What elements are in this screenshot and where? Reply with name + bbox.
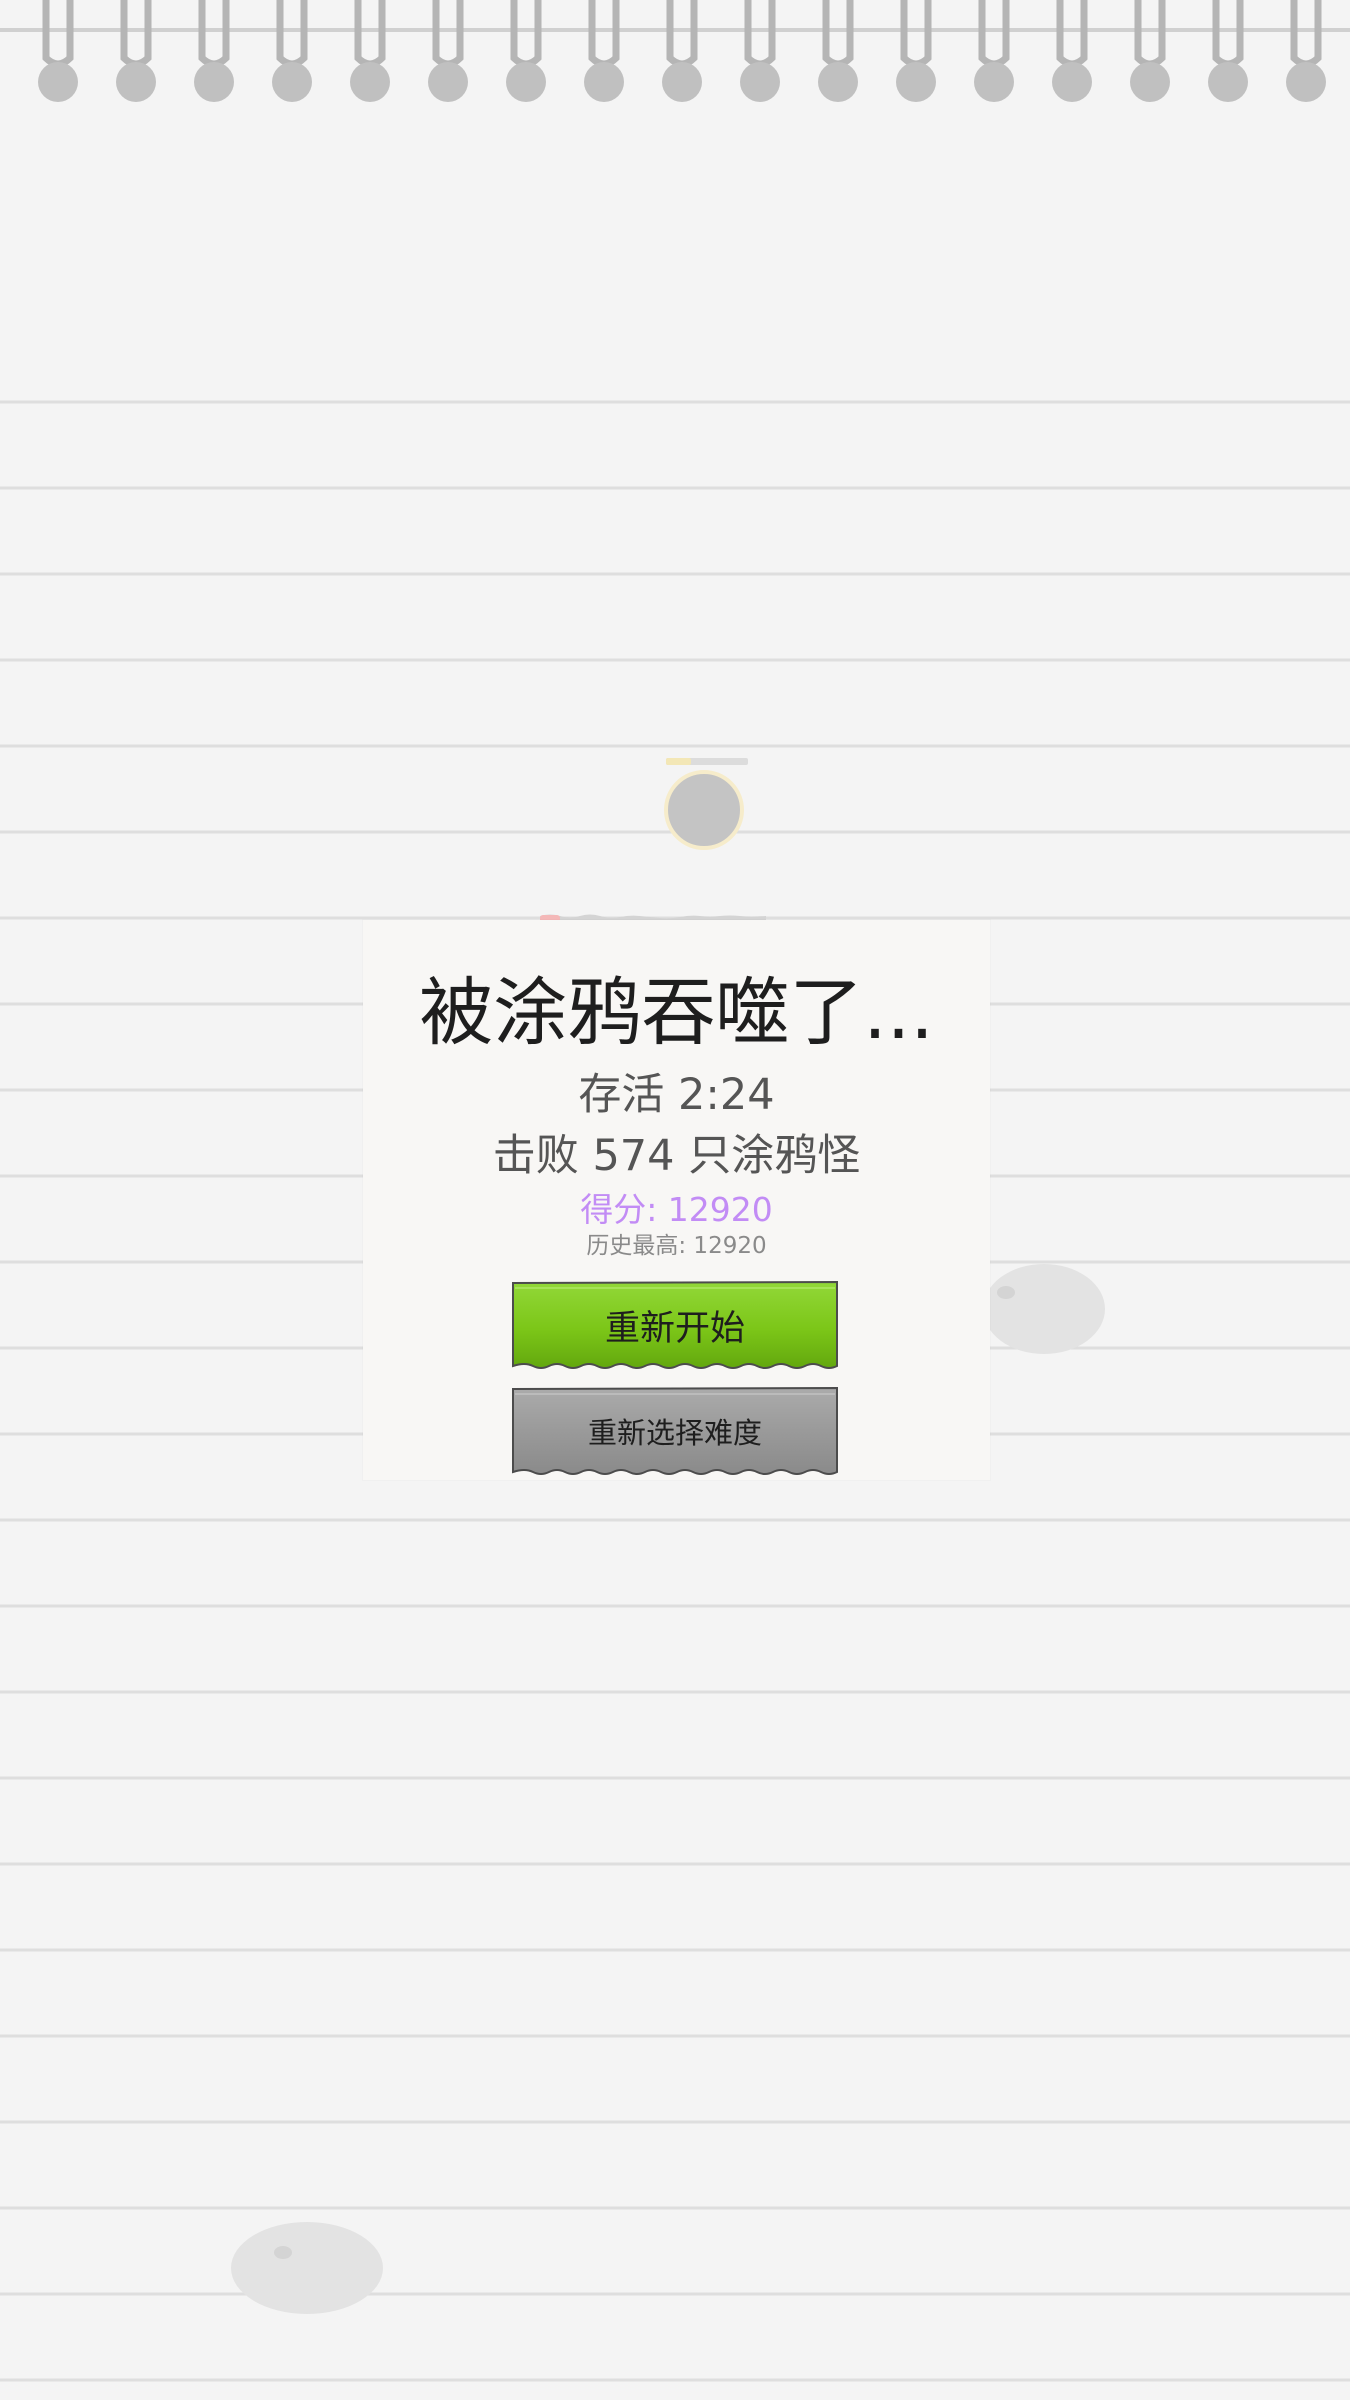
restart-button-label: 重新开始 [604,1308,745,1348]
best-score-text: 历史最高: 12920 [586,1233,767,1259]
score-text: 得分: 12920 [580,1190,773,1229]
restart-button[interactable]: 重新开始 [511,1280,839,1370]
game-over-title: 被涂鸦吞噬了... [419,970,934,1056]
game-screen: 被涂鸦吞噬了... 存活 2:24 击败 574 只涂鸦怪 得分: 12920 … [0,0,1350,2400]
player-character [664,770,744,850]
player-health-fill [666,758,691,765]
player-health-bar [666,758,748,765]
doodle-monster-eye [274,2246,292,2259]
game-over-panel: 被涂鸦吞噬了... 存活 2:24 击败 574 只涂鸦怪 得分: 12920 … [363,920,990,1480]
reselect-difficulty-button[interactable]: 重新选择难度 [511,1386,839,1476]
doodle-monster [983,1264,1105,1354]
doodle-monster [231,2222,383,2314]
doodle-monster-eye [997,1286,1015,1299]
survival-time: 存活 2:24 [578,1070,775,1120]
kill-count: 击败 574 只涂鸦怪 [492,1131,861,1181]
reselect-difficulty-button-label: 重新选择难度 [587,1418,762,1450]
